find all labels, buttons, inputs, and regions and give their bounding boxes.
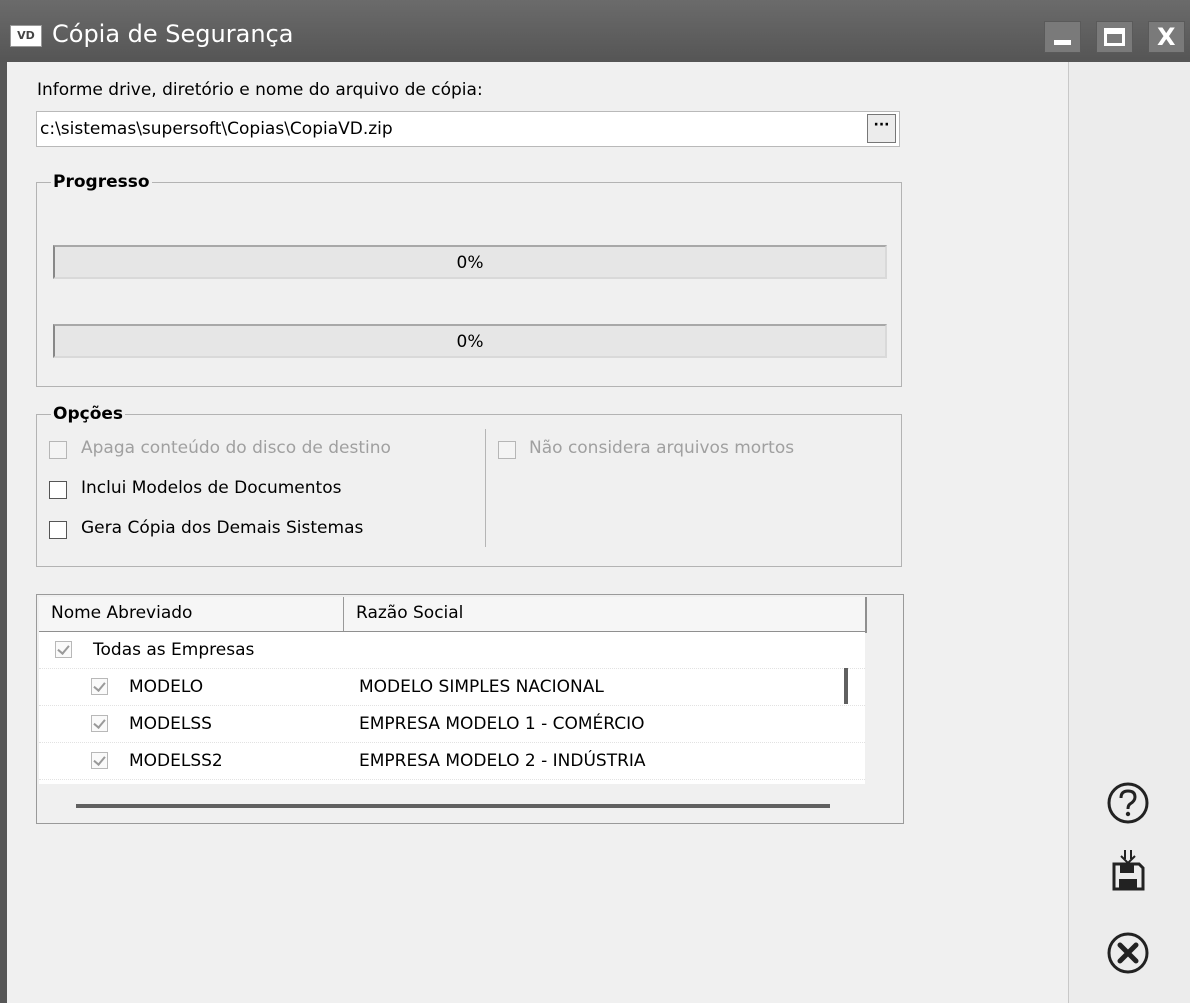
title-bar[interactable]: VD Cópia de Segurança X [0,0,1190,62]
backup-window: VD Cópia de Segurança X Informe drive, d… [0,0,1190,1003]
vertical-scrollbar[interactable] [844,668,848,704]
minimize-button[interactable] [1044,21,1081,53]
path-label: Informe drive, diretório e nome do arqui… [37,80,483,100]
copy-other-systems-label: Gera Cópia dos Demais Sistemas [81,518,364,538]
row-checkbox[interactable] [91,678,108,695]
progress-bar: 0% [53,324,887,358]
app-logo-icon: VD [10,25,42,47]
close-icon: X [1157,23,1176,51]
save-icon[interactable] [1105,847,1151,893]
column-header-short-name[interactable]: Nome Abreviado [39,597,344,631]
row-checkbox[interactable] [91,715,108,732]
row-corporate-name: EMPRESA MODELO 2 - INDÚSTRIA [359,751,646,771]
progress-bar: 0% [53,245,887,279]
horizontal-scrollbar[interactable] [76,804,830,808]
erase-destination-label: Apaga conteúdo do disco de destino [81,438,391,458]
window-left-border [0,62,7,1003]
row-short-name: MODELSS [129,714,212,734]
table-row[interactable]: MODELSS EMPRESA MODELO 1 - COMÉRCIO [39,706,865,743]
row-short-name: MODELO [129,677,204,697]
include-templates-label: Inclui Modelos de Documentos [81,478,342,498]
row-short-name: Todas as Empresas [93,640,255,660]
options-separator [485,429,486,547]
ignore-dead-files-checkbox[interactable] [498,441,516,459]
column-header-corporate-name[interactable]: Razão Social [344,597,867,631]
row-short-name: MODELSS2 [129,751,223,771]
options-group: Opções Apaga conteúdo do disco de destin… [36,404,902,567]
copy-other-systems-checkbox[interactable] [49,521,67,539]
companies-grid[interactable]: Nome Abreviado Razão Social Todas as Emp… [36,594,904,824]
erase-destination-checkbox[interactable] [49,441,67,459]
close-window-button[interactable]: X [1148,21,1185,53]
browse-button[interactable]: ··· [867,114,896,143]
backup-path-input[interactable] [36,111,900,147]
options-title: Opções [51,404,126,424]
table-row[interactable]: Todas as Empresas [39,632,865,669]
row-corporate-name: MODELO SIMPLES NACIONAL [359,677,604,697]
cancel-icon[interactable] [1105,930,1151,976]
maximize-button[interactable] [1096,21,1133,53]
row-checkbox[interactable] [91,752,108,769]
ignore-dead-files-label: Não considera arquivos mortos [529,438,795,458]
progress-text: 0% [456,253,484,273]
progress-group: Progresso 0% 0% [36,172,902,387]
progress-title: Progresso [51,172,152,192]
grid-header: Nome Abreviado Razão Social [39,597,867,633]
action-panel [1068,62,1190,1003]
help-icon[interactable] [1105,780,1151,826]
row-checkbox[interactable] [55,641,72,658]
include-templates-checkbox[interactable] [49,481,67,499]
grid-body: Todas as Empresas MODELO MODELO SIMPLES … [39,632,865,784]
progress-text: 0% [456,332,484,352]
row-corporate-name: EMPRESA MODELO 1 - COMÉRCIO [359,714,645,734]
window-title: Cópia de Segurança [52,20,294,48]
table-row[interactable]: MODELO MODELO SIMPLES NACIONAL [39,669,865,706]
table-row[interactable]: MODELSS2 EMPRESA MODELO 2 - INDÚSTRIA [39,743,865,780]
